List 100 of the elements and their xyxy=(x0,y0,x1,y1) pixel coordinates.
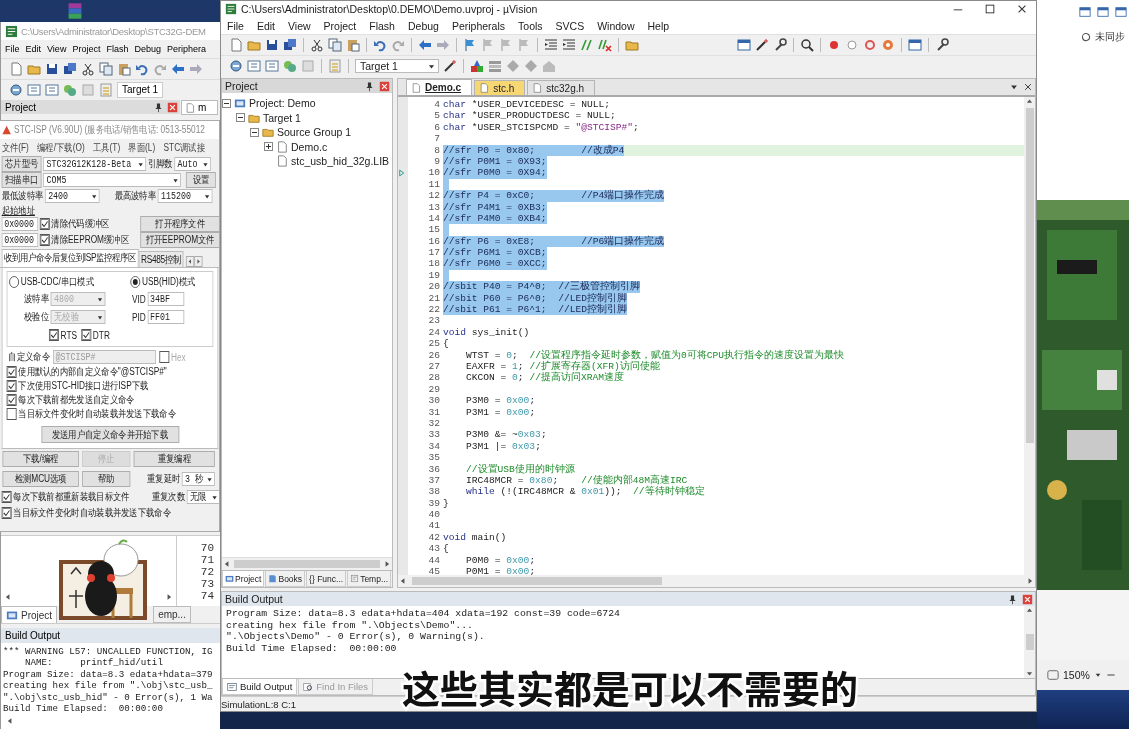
repeat-count-label: 重复次数 xyxy=(151,490,186,504)
menu-item[interactable]: Tools xyxy=(518,19,543,32)
checkbox[interactable]: 每次下载前都重新装载目标文件 xyxy=(1,490,130,504)
target-dropdown[interactable]: Target 1 xyxy=(355,59,439,73)
line-number: 36 xyxy=(427,463,441,475)
pin-count-dropdown[interactable]: Auto xyxy=(174,157,211,171)
pane-tab[interactable]: emp... xyxy=(153,606,191,623)
code-line: { xyxy=(443,338,449,350)
menu-item[interactable]: 工具(T) xyxy=(92,140,121,155)
tab[interactable]: RS485控制 xyxy=(138,251,184,267)
field-label: 波特率 xyxy=(24,292,49,306)
action-button[interactable]: 检测MCU选项 xyxy=(2,471,79,487)
radio-button[interactable]: USB(HID)模式 xyxy=(130,275,196,289)
pane-tab[interactable]: Project xyxy=(1,606,58,623)
menu-item[interactable]: View xyxy=(288,19,311,32)
line-number: 31 xyxy=(427,406,441,418)
panel-title: Build Output xyxy=(225,593,283,605)
delay-dropdown[interactable]: 3 秒 xyxy=(181,472,215,486)
menu-item[interactable]: Edit xyxy=(25,44,42,54)
output-line: Program Size: data=8.3 edata+hdata=404 xdata=192 const=39 code=6724 xyxy=(226,608,620,620)
checkbox[interactable]: 当目标文件变化时自动装载并发送下载命令 xyxy=(6,407,176,421)
menu-item[interactable]: File xyxy=(5,44,20,54)
menu-item[interactable]: Edit xyxy=(256,19,275,32)
chip-dropdown[interactable]: STC32G12K128-Beta xyxy=(43,157,147,171)
output-line: Build Time Elapsed: 00:00:00 xyxy=(3,703,163,713)
checkbox[interactable]: 当目标文件变化时自动装载并发送下载命令 xyxy=(1,506,171,520)
menu-item[interactable]: Peripherals xyxy=(451,19,506,32)
target-dropdown[interactable]: Target 1 xyxy=(117,82,164,98)
menu-item[interactable]: SVCS xyxy=(555,19,585,32)
line-number: 26 xyxy=(427,349,441,361)
send-command-button[interactable]: 发送用户自定义命令并开始下载 xyxy=(41,426,179,443)
vid-field[interactable]: 34BF xyxy=(147,292,184,306)
tab[interactable]: 收到用户命令后复位到ISP监控程序区 xyxy=(1,249,139,267)
checkbox[interactable]: 清除代码缓冲区 xyxy=(39,217,110,231)
zoom-level[interactable]: 150% xyxy=(1063,669,1090,681)
menu-item[interactable]: Flash xyxy=(369,19,395,32)
editor-tab[interactable]: stc.h xyxy=(474,80,526,95)
panel-title: Build Output xyxy=(1,628,220,643)
editor-tab[interactable]: m xyxy=(181,100,218,115)
pane-title: Project xyxy=(5,101,37,113)
line-number: 22 xyxy=(427,304,441,316)
radio-button[interactable]: USB-CDC/串口模式 xyxy=(9,275,95,289)
action-button[interactable]: 重复编程 xyxy=(133,451,215,467)
pane-tab[interactable]: Build Output xyxy=(222,679,298,695)
editor-tab[interactable]: stc32g.h xyxy=(527,80,596,95)
menu-item[interactable]: File xyxy=(227,19,244,32)
menu-item[interactable]: 文件(F) xyxy=(1,140,29,155)
baud-dropdown[interactable]: 115200 xyxy=(157,189,213,203)
field-label: PID xyxy=(131,311,146,323)
line-number: 5 xyxy=(433,110,441,122)
menu-item[interactable]: Periphera xyxy=(166,44,206,54)
code-line: void main() xyxy=(443,531,507,544)
menu-item[interactable]: Debug xyxy=(407,19,439,32)
menu-item[interactable]: STC调试接 xyxy=(163,140,205,155)
menu-item[interactable]: Project xyxy=(323,19,357,32)
status-mode: Simulation xyxy=(221,698,266,710)
menu-item[interactable]: Project xyxy=(72,44,101,54)
checkbox[interactable]: 使用默认的内部自定义命令"@STCISP#" xyxy=(6,365,167,379)
line-number: 11 xyxy=(427,178,441,191)
menu-item[interactable]: 界面(L) xyxy=(128,140,156,155)
tree-item[interactable]: Demo.c xyxy=(291,140,328,153)
field-label: 自定义命令 xyxy=(8,350,50,364)
baud-dropdown[interactable]: 2400 xyxy=(44,189,100,203)
menu-item[interactable]: View xyxy=(47,44,67,54)
menu-item[interactable]: Help xyxy=(647,19,670,32)
min-baud-label: 最低波特率 xyxy=(1,189,44,203)
tree-item[interactable]: stc_usb_hid_32g.LIB xyxy=(291,155,390,168)
editor-tab[interactable]: Demo.c xyxy=(406,79,473,95)
line-number: 17 xyxy=(427,247,441,259)
pane-tab[interactable]: Project xyxy=(222,571,265,587)
sync-status[interactable]: 未同步 xyxy=(1095,30,1125,44)
tree-item[interactable]: Target 1 xyxy=(263,111,301,124)
line-number: 24 xyxy=(427,326,441,339)
chip-type-button[interactable]: 芯片型号 xyxy=(1,156,42,172)
pane-tab[interactable]: Books xyxy=(265,571,306,587)
checkbox[interactable]: 下次使用STC-HID接口进行ISP下载 xyxy=(6,379,149,393)
checkbox[interactable]: 清除EEPROM缓冲区 xyxy=(39,233,129,247)
pane-tab[interactable]: Temp... xyxy=(347,571,391,587)
line-number: 19 xyxy=(427,269,441,282)
tree-item[interactable]: Project: Demo xyxy=(249,97,316,110)
action-button[interactable]: 下载/编程 xyxy=(2,451,79,467)
line-number: 15 xyxy=(427,224,441,236)
settings-button[interactable]: 设置 xyxy=(185,172,216,188)
open-file-button[interactable]: 打开EEPROM文件 xyxy=(140,232,219,248)
pin-count-label: 引脚数 xyxy=(147,157,173,171)
menu-item[interactable]: Debug xyxy=(134,44,161,54)
line-number: 18 xyxy=(427,258,441,270)
pane-tab[interactable]: {} Func... xyxy=(306,571,347,587)
scan-port-button[interactable]: 扫描串口 xyxy=(1,172,42,188)
tree-item[interactable]: Source Group 1 xyxy=(277,126,352,139)
menu-item[interactable]: 编程/下载(O) xyxy=(37,140,85,155)
port-dropdown[interactable]: COM5 xyxy=(43,173,181,187)
action-button[interactable]: 帮助 xyxy=(82,471,131,487)
menu-item[interactable]: Window xyxy=(597,19,635,32)
menu-item[interactable]: Flash xyxy=(106,44,129,54)
open-file-button[interactable]: 打开程序文件 xyxy=(140,216,219,232)
pid-field[interactable]: FF01 xyxy=(147,310,184,324)
line-number: 45 xyxy=(427,566,441,575)
count-dropdown[interactable]: 无限 xyxy=(186,490,219,504)
checkbox[interactable]: 每次下载前都先发送自定义命令 xyxy=(6,393,135,407)
